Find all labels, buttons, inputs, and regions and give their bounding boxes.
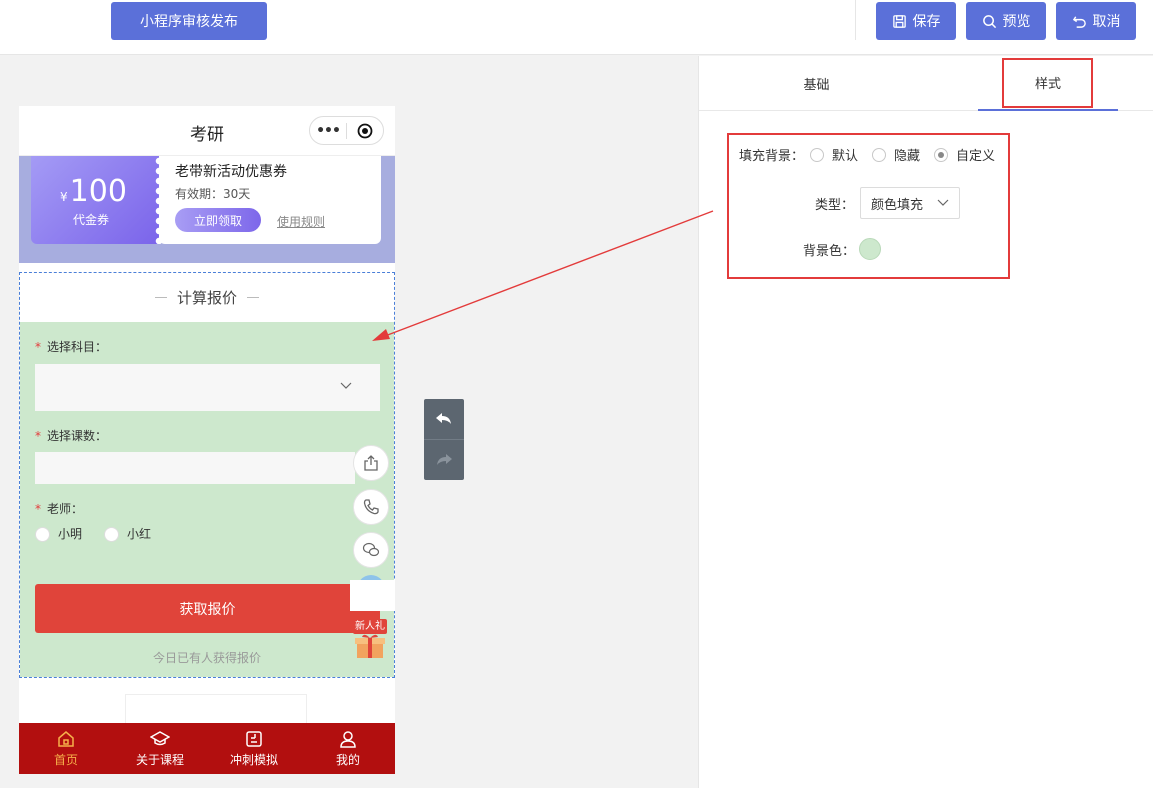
annotation-arrow [372,210,714,341]
